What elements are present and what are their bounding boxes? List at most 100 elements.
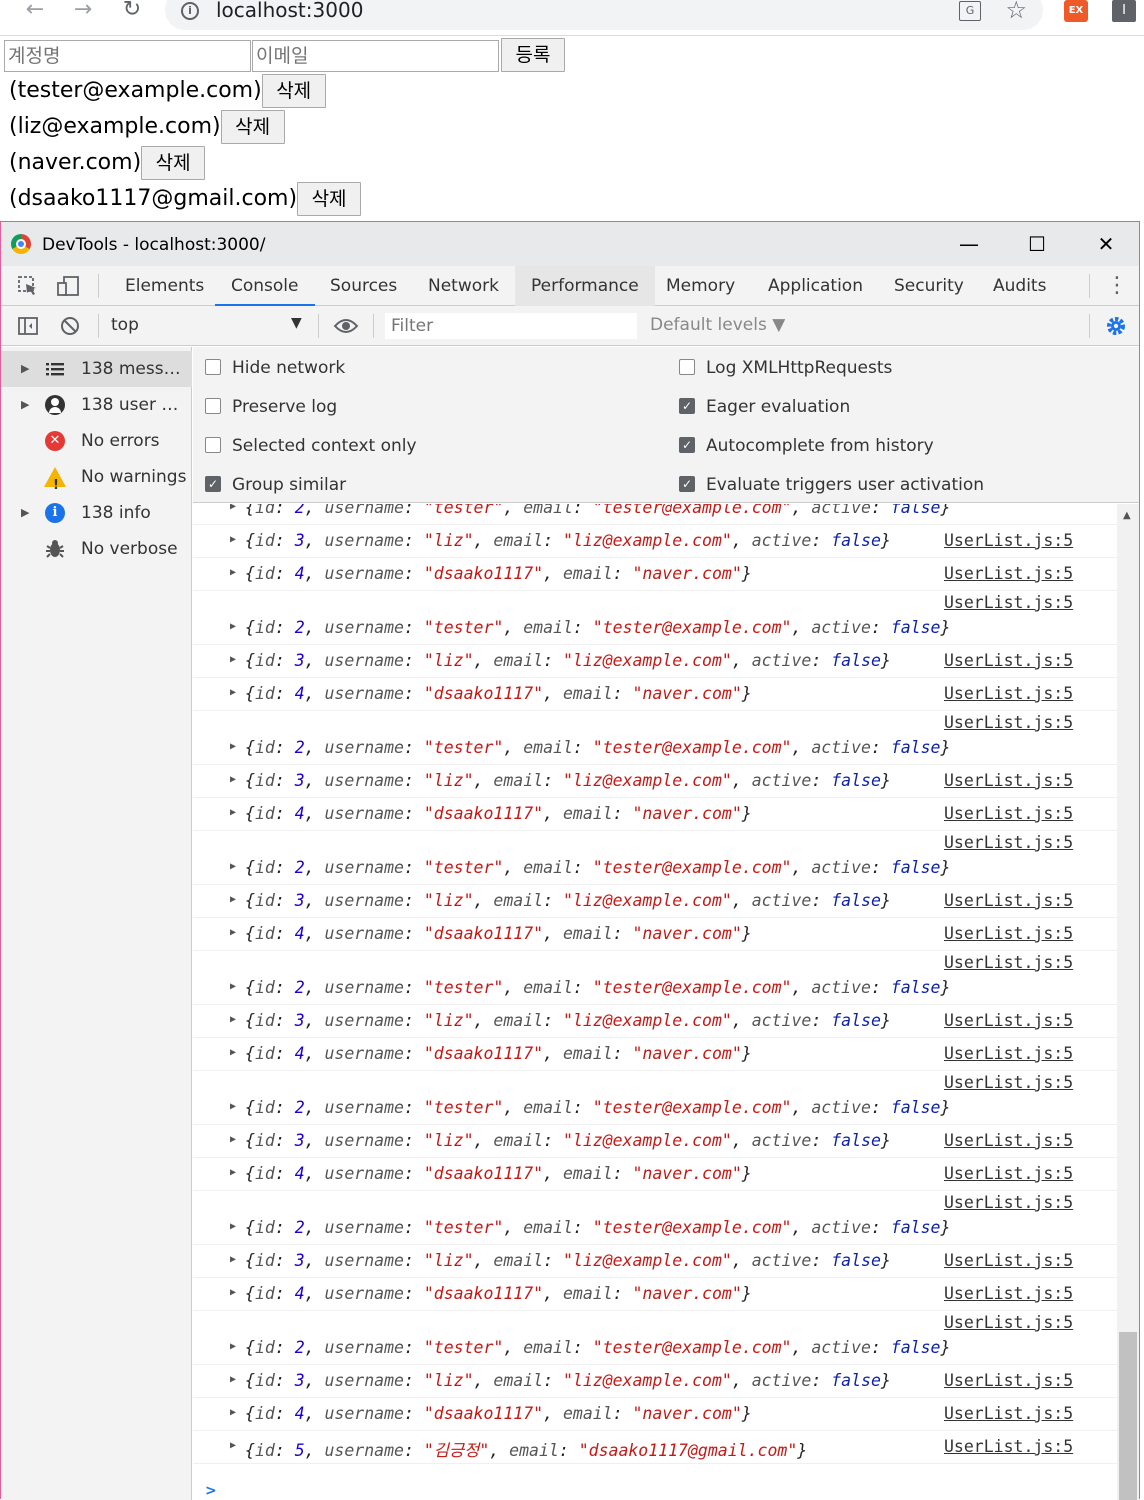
log-row[interactable]: ▶ {id: 4, username: "dsaako1117", email: … [193,1398,1117,1431]
log-source-link[interactable]: UserList.js:5 [944,1073,1073,1092]
expand-arrow-icon[interactable]: ▶ [230,1440,236,1451]
log-object[interactable]: {id: 4, username: "dsaako1117", email: "… [245,1164,752,1183]
sidebar-item-verbose[interactable]: No verbose [1,531,192,567]
log-row[interactable]: ▶ {id: 3, username: "liz", email: "liz@ex… [193,1365,1117,1398]
log-source-link[interactable]: UserList.js:5 [944,1404,1073,1423]
log-source-link[interactable]: UserList.js:5 [944,953,1073,972]
expand-arrow-icon[interactable]: ▶ [230,1101,236,1112]
log-row[interactable]: ▶ {id: 4, username: "dsaako1117", email: … [193,558,1117,591]
log-object[interactable]: {id: 2, username: "tester", email: "test… [245,738,950,757]
expand-arrow-icon[interactable]: ▶ [230,1254,236,1265]
checkbox[interactable] [205,437,221,453]
expand-arrow-icon[interactable]: ▶ [230,741,236,752]
delete-button[interactable]: 삭제 [141,146,206,180]
log-source-link[interactable]: UserList.js:5 [944,1011,1073,1030]
log-row[interactable]: ▶ {id: 3, username: "liz", email: "liz@ex… [193,645,1117,678]
log-object[interactable]: {id: 3, username: "liz", email: "liz@exa… [245,1011,891,1030]
reload-icon[interactable]: ↻ [117,0,147,22]
tab-memory[interactable]: Memory [650,266,751,306]
checkbox-checked[interactable]: ✓ [679,437,695,453]
log-object[interactable]: {id: 4, username: "dsaako1117", email: "… [245,1284,752,1303]
inspect-element-icon[interactable] [17,275,39,297]
expand-arrow-icon[interactable]: ▶ [21,351,29,387]
log-object[interactable]: {id: 4, username: "dsaako1117", email: "… [245,1404,752,1423]
log-row[interactable]: ▶ {id: 2, username: "tester", email: "tes… [193,1212,1117,1245]
log-source-link[interactable]: UserList.js:5 [944,1251,1073,1270]
log-source-link[interactable]: UserList.js:5 [944,1284,1073,1303]
log-row[interactable]: ▶ {id: 2, username: "tester", email: "tes… [193,732,1117,765]
forward-arrow-icon[interactable]: → [68,0,98,22]
register-button[interactable]: 등록 [501,38,565,72]
address-bar[interactable]: i localhost:3000 G ☆ [165,0,1043,30]
log-object[interactable]: {id: 3, username: "liz", email: "liz@exa… [245,531,891,550]
log-source-link[interactable]: UserList.js:5 [944,804,1073,823]
log-source-link[interactable]: UserList.js:5 [944,531,1073,550]
log-object[interactable]: {id: 3, username: "liz", email: "liz@exa… [245,1251,891,1270]
minimize-icon[interactable]: — [949,228,989,260]
context-selector[interactable]: top [111,315,139,335]
tab-audits[interactable]: Audits [977,266,1062,306]
checkbox[interactable] [205,359,221,375]
log-row[interactable]: ▶ {id: 3, username: "liz", email: "liz@ex… [193,525,1117,558]
checkbox-checked[interactable]: ✓ [679,398,695,414]
log-object[interactable]: {id: 3, username: "liz", email: "liz@exa… [245,771,891,790]
expand-arrow-icon[interactable]: ▶ [230,567,236,578]
checkbox-checked[interactable]: ✓ [205,476,221,492]
log-row[interactable]: ▶ {id: 3, username: "liz", email: "liz@ex… [193,885,1117,918]
log-levels-dropdown[interactable]: Default levels ▼ [650,315,785,335]
more-options-icon[interactable]: ⋮ [1106,274,1128,298]
log-source-link[interactable]: UserList.js:5 [944,1164,1073,1183]
log-object[interactable]: {id: 5, username: "김긍정", email: "dsaako1… [245,1437,807,1461]
log-source-link[interactable]: UserList.js:5 [944,1371,1073,1390]
log-source-link[interactable]: UserList.js:5 [944,1044,1073,1063]
log-row[interactable]: ▶ {id: 3, username: "liz", email: "liz@ex… [193,1005,1117,1038]
expand-arrow-icon[interactable]: ▶ [230,927,236,938]
log-source-link[interactable]: UserList.js:5 [944,1313,1073,1332]
expand-arrow-icon[interactable]: ▶ [230,1014,236,1025]
log-source-link[interactable]: UserList.js:5 [944,1193,1073,1212]
tab-performance[interactable]: Performance [515,266,655,306]
expand-arrow-icon[interactable]: ▶ [230,861,236,872]
log-source-link[interactable]: UserList.js:5 [944,593,1073,612]
expand-arrow-icon[interactable]: ▶ [230,687,236,698]
sidebar-item-user-messages[interactable]: ▶ 138 user messages [1,387,192,423]
expand-arrow-icon[interactable]: ▶ [230,1047,236,1058]
sidebar-item-messages[interactable]: ▶ 138 messages [1,351,192,387]
delete-button[interactable]: 삭제 [220,110,285,144]
log-source-link[interactable]: UserList.js:5 [944,891,1073,910]
expand-arrow-icon[interactable]: ▶ [230,621,236,632]
tab-network[interactable]: Network [412,266,515,306]
expand-arrow-icon[interactable]: ▶ [21,495,29,531]
log-object[interactable]: {id: 4, username: "dsaako1117", email: "… [245,684,752,703]
expand-arrow-icon[interactable]: ▶ [230,774,236,785]
filter-input[interactable] [384,312,638,340]
log-object[interactable]: {id: 2, username: "tester", email: "test… [245,1338,950,1357]
bookmark-star-icon[interactable]: ☆ [1005,0,1027,24]
delete-button[interactable]: 삭제 [297,182,362,216]
log-row[interactable]: ▶ {id: 2, username: "tester", email: "tes… [193,1332,1117,1365]
log-source-link[interactable]: UserList.js:5 [944,924,1073,943]
tab-console[interactable]: Console [215,266,315,306]
expand-arrow-icon[interactable]: ▶ [230,504,236,512]
log-row[interactable]: ▶ {id: 5, username: "김긍정", email: "dsaako… [193,1431,1117,1464]
log-row[interactable]: ▶ {id: 3, username: "liz", email: "liz@ex… [193,1245,1117,1278]
log-source-link[interactable]: UserList.js:5 [944,713,1073,732]
log-row[interactable]: ▶ {id: 3, username: "liz", email: "liz@ex… [193,1125,1117,1158]
console-scrollbar[interactable]: ▲ [1117,504,1139,1500]
extension-icon[interactable]: EX [1064,0,1088,22]
checkbox[interactable] [679,359,695,375]
expand-arrow-icon[interactable]: ▶ [230,1374,236,1385]
expand-arrow-icon[interactable]: ▶ [230,1221,236,1232]
device-toolbar-icon[interactable] [56,275,80,297]
log-object[interactable]: {id: 4, username: "dsaako1117", email: "… [245,804,752,823]
log-row[interactable]: ▶ {id: 4, username: "dsaako1117", email: … [193,1158,1117,1191]
sidebar-item-info[interactable]: ▶ i 138 info [1,495,192,531]
log-object[interactable]: {id: 2, username: "tester", email: "test… [245,618,950,637]
log-object[interactable]: {id: 2, username: "tester", email: "test… [245,858,950,877]
maximize-icon[interactable]: ☐ [1017,228,1057,260]
log-object[interactable]: {id: 4, username: "dsaako1117", email: "… [245,1044,752,1063]
expand-arrow-icon[interactable]: ▶ [230,1407,236,1418]
log-object[interactable]: {id: 4, username: "dsaako1117", email: "… [245,564,752,583]
checkbox[interactable] [205,398,221,414]
expand-arrow-icon[interactable]: ▶ [230,807,236,818]
